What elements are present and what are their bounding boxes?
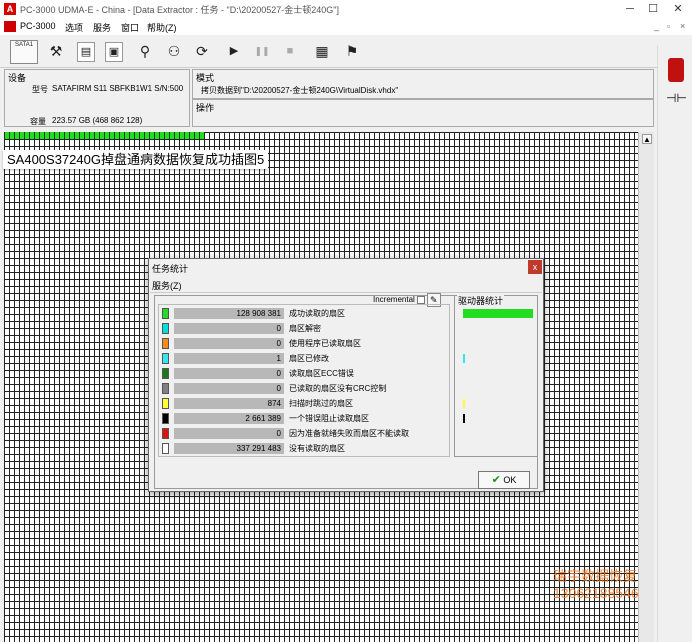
menu-help[interactable]: 帮助(Z) xyxy=(147,21,177,34)
stat-label: 扇区解密 xyxy=(289,324,321,333)
stat-value: 337 291 483 xyxy=(174,443,284,454)
model-label: 型号 xyxy=(32,85,48,94)
tools-icon[interactable]: ⚒ xyxy=(44,40,68,64)
stat-value: 128 908 381 xyxy=(174,308,284,319)
stat-label: 扇区已修改 xyxy=(289,354,329,363)
sector-map-icon[interactable]: ▤ xyxy=(77,42,95,62)
device-panel-title: 设备 xyxy=(8,73,27,83)
drive-stats-label: 驱动器统计 xyxy=(457,294,505,307)
app-icon: A xyxy=(4,3,16,15)
stat-label: 使用程序已读取扇区 xyxy=(289,339,361,348)
dialog-menu-service[interactable]: 服务(Z) xyxy=(152,279,182,292)
stat-value: 1 xyxy=(174,353,284,364)
stat-color-swatch xyxy=(162,368,169,379)
stat-value: 874 xyxy=(174,398,284,409)
stat-label: 已读取的扇区没有CRC控制 xyxy=(289,384,387,393)
mode-panel-title: 模式 xyxy=(196,73,215,83)
stat-color-swatch xyxy=(162,443,169,454)
stat-label: 成功读取的扇区 xyxy=(289,309,345,318)
drive-stat-mark xyxy=(463,354,465,363)
stat-color-swatch xyxy=(162,308,169,319)
mdi-restore-button[interactable]: ▫ xyxy=(667,21,670,31)
stat-label: 没有读取的扇区 xyxy=(289,444,345,453)
device-panel: 设备 型号 SATAFIRM S11 SBFKB1W1 S/N:500 容量 2… xyxy=(4,69,190,127)
stat-color-swatch xyxy=(162,398,169,409)
drive-stat-mark xyxy=(463,399,465,408)
dialog-close-button[interactable]: x xyxy=(528,260,542,274)
scroll-up-icon[interactable]: ▲ xyxy=(642,134,652,144)
watermark-line-2: 13062188546 xyxy=(553,585,639,601)
flag-icon[interactable]: ⚑ xyxy=(340,40,364,64)
watermark: 瑞宇数据恢复 13062188546 xyxy=(553,568,639,602)
stat-color-swatch xyxy=(162,383,169,394)
dialog-title: 任务统计 xyxy=(152,264,189,274)
incremental-label: Incremental xyxy=(373,295,415,305)
search-icon[interactable]: ⚲ xyxy=(133,40,157,64)
stat-value: 0 xyxy=(174,338,284,349)
play-icon[interactable]: ▶ xyxy=(222,40,246,64)
model-value: SATAFIRM S11 SBFKB1W1 S/N:500 xyxy=(52,84,184,93)
stat-label: 扫描时跳过的扇区 xyxy=(289,399,353,408)
disk-image-icon[interactable]: ▣ xyxy=(105,42,123,62)
ok-label: OK xyxy=(503,475,517,485)
stop-icon[interactable]: ■ xyxy=(278,40,302,64)
stat-label: 读取扇区ECC错误 xyxy=(289,369,354,378)
dialog-divider xyxy=(150,292,542,293)
report-icon[interactable]: ▦ xyxy=(310,40,334,64)
stat-color-swatch xyxy=(162,413,169,424)
operation-panel: 操作 xyxy=(192,99,654,127)
stat-color-swatch xyxy=(162,323,169,334)
minimize-button[interactable]: ─ xyxy=(620,1,640,17)
menu-bar: PC-3000 选项 服务 窗口 帮助(Z) _ ▫ × xyxy=(0,18,692,35)
toolbar: SATA1 ⚒ ▤ ▣ ⚲ ⚇ ⟳ ▶ ❚❚ ■ ▦ ⚑ xyxy=(0,36,692,68)
stat-label: 一个错误阻止读取扇区 xyxy=(289,414,369,423)
menu-pc3000[interactable]: PC-3000 xyxy=(20,21,56,31)
mode-panel: 模式 拷贝数据到"D:\20200527-金士顿240G\VirtualDisk… xyxy=(192,69,654,99)
mode-value: 拷贝数据到"D:\20200527-金士顿240G\VirtualDisk.vh… xyxy=(201,86,399,95)
maximize-button[interactable]: ☐ xyxy=(643,1,663,17)
mdi-close-button[interactable]: × xyxy=(680,21,685,31)
fire-extinguisher-icon[interactable] xyxy=(668,58,684,82)
stat-color-swatch xyxy=(162,428,169,439)
stat-value: 0 xyxy=(174,428,284,439)
title-bar: A PC-3000 UDMA-E - China - [Data Extract… xyxy=(0,0,692,18)
drive-stat-mark xyxy=(463,414,465,423)
connector-icon[interactable]: ⊣⊢ xyxy=(666,91,687,105)
right-tool-bar: ⊣⊢ xyxy=(657,45,692,642)
incremental-checkbox[interactable] xyxy=(416,296,425,304)
stat-value: 0 xyxy=(174,368,284,379)
binoculars-icon[interactable]: ⚇ xyxy=(162,40,186,64)
refresh-icon[interactable]: ⟳ xyxy=(190,40,214,64)
task-stats-dialog: 任务统计 x 服务(Z) Incremental ✎ 驱动器统计 128 908 … xyxy=(148,258,544,492)
capacity-label: 容量 xyxy=(30,117,46,126)
menu-service[interactable]: 服务 xyxy=(93,21,111,34)
stat-label: 因为准备就绪失败而扇区不能读取 xyxy=(289,429,409,438)
operation-panel-title: 操作 xyxy=(196,103,215,113)
checkmark-icon: ✔ xyxy=(491,474,501,486)
stat-color-swatch xyxy=(162,353,169,364)
capacity-value: 223.57 GB (468 862 128) xyxy=(52,116,143,125)
ok-button[interactable]: ✔ OK xyxy=(478,471,530,489)
watermark-line-1: 瑞宇数据恢复 xyxy=(553,568,637,584)
drive-stats-panel: 驱动器统计 xyxy=(454,294,538,457)
menu-options[interactable]: 选项 xyxy=(65,21,83,34)
stat-value: 2 661 389 xyxy=(174,413,284,424)
close-button[interactable]: ✕ xyxy=(668,1,688,17)
menu-window[interactable]: 窗口 xyxy=(121,21,139,34)
sata-port-button[interactable]: SATA1 xyxy=(10,40,38,64)
sector-map-scrollbar[interactable]: ▲ xyxy=(638,132,654,642)
stat-value: 0 xyxy=(174,323,284,334)
stat-value: 0 xyxy=(174,383,284,394)
sector-map-read-row xyxy=(4,132,204,139)
drive-read-bar xyxy=(463,309,533,318)
mdi-minimize-button[interactable]: _ xyxy=(654,21,659,31)
system-menu-icon[interactable] xyxy=(4,21,16,32)
window-title: PC-3000 UDMA-E - China - [Data Extractor… xyxy=(20,5,339,15)
pause-icon[interactable]: ❚❚ xyxy=(250,40,274,64)
stat-color-swatch xyxy=(162,338,169,349)
image-caption: SA400S37240G掉盘通病数据恢复成功插图5 xyxy=(3,150,269,169)
